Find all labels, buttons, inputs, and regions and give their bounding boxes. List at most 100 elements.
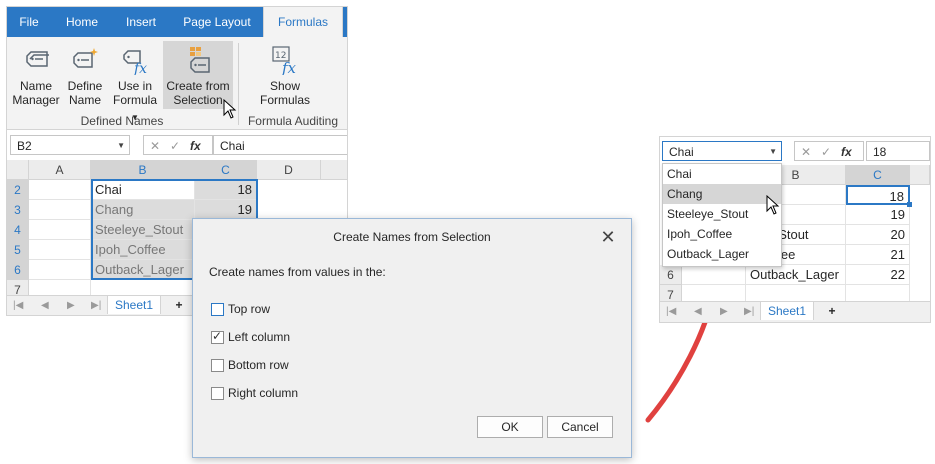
active-cell-value[interactable]: 18 [846, 185, 910, 205]
prev-sheet-icon[interactable]: ◀ [694, 302, 702, 322]
checkbox-top-row[interactable] [211, 303, 224, 316]
dropdown-item[interactable]: Outback_Lager [663, 244, 781, 264]
cell-value[interactable]: 20 [846, 225, 910, 245]
dialog-title: Create Names from Selection [333, 230, 491, 244]
name-box[interactable]: B2 ▼ [10, 135, 130, 155]
column-header-d[interactable] [910, 165, 930, 185]
first-sheet-icon[interactable]: |◀ [666, 302, 676, 322]
last-sheet-icon[interactable]: ▶| [91, 296, 101, 315]
cancel-edit-icon[interactable]: ✕ [801, 142, 811, 162]
column-header-c[interactable]: C [846, 165, 910, 185]
name-box-dropdown: Chai Chang Steeleye_Stout Ipoh_Coffee Ou… [662, 163, 782, 267]
confirm-edit-icon[interactable]: ✓ [170, 136, 180, 156]
name-manager-label-line1: Name [19, 79, 52, 93]
tab-file[interactable]: File [7, 7, 51, 37]
use-in-formula-button[interactable]: fx Use in Formula ▼ [109, 41, 161, 122]
sheet-tab-sheet1[interactable]: Sheet1 [107, 296, 161, 314]
add-sheet-button[interactable]: + [824, 302, 840, 320]
tab-page-layout[interactable]: Page Layout [173, 7, 261, 37]
sheet-tab-sheet1[interactable]: Sheet1 [760, 302, 814, 320]
use-in-formula-icon: fx [123, 50, 147, 75]
next-sheet-icon[interactable]: ▶ [720, 302, 728, 322]
cell-value[interactable]: 21 [846, 245, 910, 265]
column-header-b[interactable]: B [91, 160, 195, 180]
checkbox-label[interactable]: Bottom row [228, 358, 289, 372]
next-sheet-icon[interactable]: ▶ [67, 296, 75, 315]
formula-buttons: ✕ ✓ fx [143, 135, 213, 155]
svg-text:fx: fx [133, 61, 147, 75]
tab-home[interactable]: Home [55, 7, 109, 37]
checkbox-right-column[interactable] [211, 387, 224, 400]
column-header-d[interactable]: D [257, 160, 321, 180]
spreadsheet-window-result: Chai ▼ ✕ ✓ fx 18 B C g eye_Stout _Coffee… [659, 136, 931, 323]
ok-button[interactable]: OK [477, 416, 543, 438]
last-sheet-icon[interactable]: ▶| [744, 302, 754, 322]
show-formulas-button[interactable]: 12 fx Show Formulas [253, 41, 317, 109]
insert-function-icon[interactable]: fx [841, 142, 852, 162]
checkbox-label[interactable]: Right column [228, 386, 298, 400]
dropdown-item[interactable]: Chai [663, 164, 781, 184]
checkbox-bottom-row[interactable] [211, 359, 224, 372]
checkbox-label[interactable]: Top row [228, 302, 270, 316]
row-header[interactable]: 5 [7, 240, 29, 260]
column-header-e[interactable] [321, 160, 347, 180]
row-header[interactable]: 6 [660, 265, 682, 285]
close-icon[interactable]: ✕ [599, 228, 617, 246]
cancel-button[interactable]: Cancel [547, 416, 613, 438]
show-formulas-icon: 12 fx [272, 46, 297, 75]
row-header[interactable]: 4 [7, 220, 29, 240]
name-box[interactable]: Chai ▼ [662, 141, 782, 161]
name-manager-icon [26, 51, 49, 67]
cell-name[interactable]: Outback_Lager [746, 265, 846, 285]
dropdown-item[interactable]: Steeleye_Stout [663, 204, 781, 224]
cell-value[interactable]: 19 [846, 205, 910, 225]
group-label-defined-names: Defined Names [80, 114, 164, 128]
cell[interactable] [29, 260, 91, 280]
cell[interactable] [29, 180, 91, 200]
row-header[interactable]: 2 [7, 180, 29, 200]
cell[interactable] [682, 265, 746, 285]
cancel-edit-icon[interactable]: ✕ [150, 136, 160, 156]
create-from-selection-label-line1: Create from [166, 79, 230, 93]
fill-handle[interactable] [907, 202, 912, 207]
dropdown-item[interactable]: Ipoh_Coffee [663, 224, 781, 244]
dropdown-item-highlighted[interactable]: Chang [663, 184, 781, 204]
ribbon-tab-bar: File Home Insert Page Layout Formulas [7, 7, 347, 37]
define-name-button[interactable]: Define Name [63, 41, 107, 109]
use-in-formula-label-line1: Use in [117, 79, 152, 93]
checkbox-left-column[interactable] [211, 329, 224, 344]
tab-formulas[interactable]: Formulas [263, 7, 343, 37]
sheet-tab-bar: |◀ ◀ ▶ ▶| Sheet1 + [660, 301, 930, 322]
confirm-edit-icon[interactable]: ✓ [821, 142, 831, 162]
insert-function-icon[interactable]: fx [190, 136, 201, 156]
column-header-c[interactable]: C [195, 160, 257, 180]
name-manager-label-line2: Manager [12, 93, 60, 107]
define-name-label-line2: Name [68, 93, 101, 107]
column-header-a[interactable]: A [29, 160, 91, 180]
cell[interactable] [29, 220, 91, 240]
checkbox-label[interactable]: Left column [228, 330, 290, 344]
group-label-formula-auditing: Formula Auditing [247, 114, 339, 128]
first-sheet-icon[interactable]: |◀ [13, 296, 23, 315]
cell[interactable] [29, 240, 91, 260]
row-header[interactable]: 3 [7, 200, 29, 220]
group-separator [238, 43, 239, 125]
select-all-corner[interactable] [7, 160, 29, 180]
cell[interactable] [29, 200, 91, 220]
tab-insert[interactable]: Insert [113, 7, 169, 37]
row-header[interactable]: 6 [7, 260, 29, 280]
chevron-down-icon[interactable]: ▼ [769, 142, 777, 162]
add-sheet-button[interactable]: + [171, 296, 187, 314]
formula-input[interactable]: Chai [213, 135, 347, 155]
define-name-label-line1: Define [67, 79, 103, 93]
name-box-value: B2 [17, 139, 32, 153]
name-manager-button[interactable]: Name Manager [9, 41, 63, 109]
svg-text:fx: fx [281, 59, 297, 75]
mouse-cursor-icon [766, 195, 780, 215]
prev-sheet-icon[interactable]: ◀ [41, 296, 49, 315]
formula-input[interactable]: 18 [866, 141, 930, 161]
chevron-down-icon[interactable]: ▼ [117, 136, 125, 156]
show-formulas-label-line1: Show [269, 79, 301, 93]
cell-value[interactable]: 22 [846, 265, 910, 285]
dialog-prompt: Create names from values in the: [209, 265, 386, 279]
